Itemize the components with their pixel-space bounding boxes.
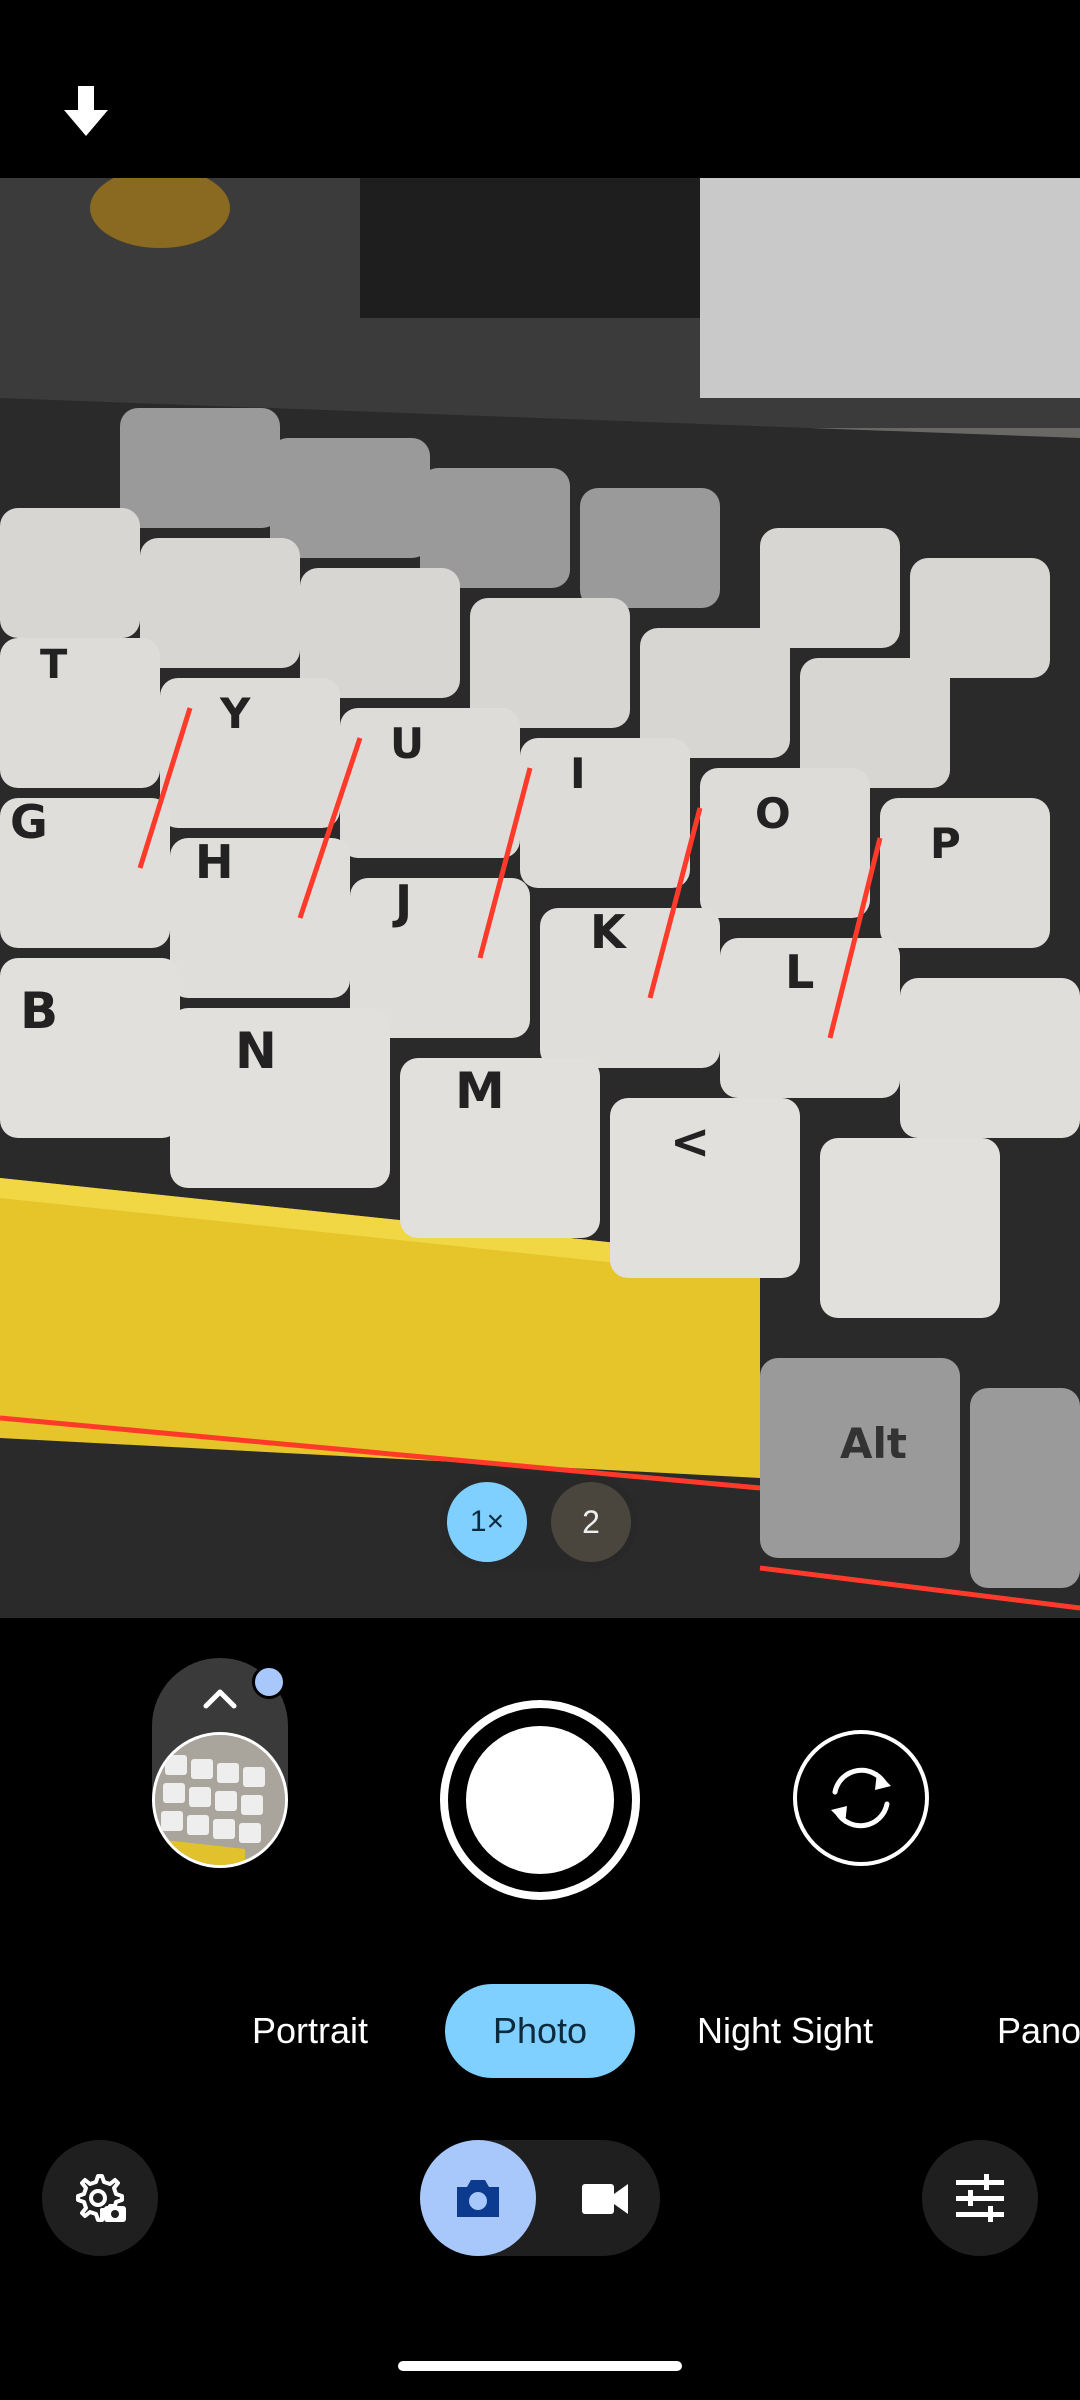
key-legend: I	[570, 749, 586, 798]
adjustments-button[interactable]	[922, 2140, 1038, 2256]
key-legend: <	[670, 1114, 710, 1170]
key-legend: U	[390, 719, 424, 768]
videocam-icon	[582, 2184, 628, 2214]
tune-icon	[956, 2174, 1004, 2222]
shutter-button-inner[interactable]	[466, 1726, 614, 1874]
key-legend: H	[195, 835, 234, 889]
key-legend: P	[930, 819, 961, 868]
notification-dot	[252, 1665, 286, 1699]
key-legend: B	[20, 982, 58, 1040]
camera-settings-icon	[76, 2174, 126, 2222]
mode-selector: Portrait Photo Night Sight Pano	[0, 1984, 1080, 2078]
top-bar	[0, 0, 1080, 178]
home-indicator[interactable]	[398, 2361, 682, 2371]
key-legend: Alt	[840, 1419, 907, 1468]
mode-pano[interactable]: Pano	[997, 1984, 1080, 2078]
mode-night-sight[interactable]: Night Sight	[697, 1984, 873, 2078]
key-legend: L	[785, 945, 814, 999]
key-legend: N	[235, 1022, 277, 1080]
viewfinder-scene: T Y U I O G H J K L P B N M < Alt	[0, 178, 1080, 1618]
shutter-button[interactable]	[440, 1700, 640, 1900]
camera-settings-button[interactable]	[42, 2140, 158, 2256]
key-legend: G	[10, 795, 48, 849]
zoom-2x-button[interactable]: 2	[551, 1482, 631, 1562]
key-legend: K	[590, 905, 628, 959]
key-legend: Y	[219, 689, 251, 738]
key-legend: M	[455, 1062, 505, 1120]
zoom-1x-button[interactable]: 1×	[447, 1482, 527, 1562]
key-legend: T	[40, 642, 68, 688]
zoom-selector: 1× 2	[440, 1475, 638, 1569]
mode-photo[interactable]: Photo	[445, 1984, 635, 2078]
gallery-thumbnail[interactable]	[152, 1732, 288, 1868]
key-legend: O	[755, 789, 791, 838]
chevron-up-icon[interactable]	[198, 1682, 242, 1712]
thumbnail-image	[155, 1735, 285, 1865]
camera-viewfinder[interactable]: T Y U I O G H J K L P B N M < Alt	[0, 178, 1080, 1618]
download-arrow-icon[interactable]	[62, 86, 110, 138]
key-legend: J	[392, 875, 412, 929]
capture-type-toggle	[420, 2140, 660, 2256]
switch-camera-button[interactable]	[793, 1730, 929, 1866]
camera-icon	[457, 2180, 499, 2217]
switch-camera-icon	[831, 1767, 891, 1829]
mode-portrait[interactable]: Portrait	[252, 1984, 368, 2078]
photo-mode-button[interactable]	[420, 2140, 536, 2256]
